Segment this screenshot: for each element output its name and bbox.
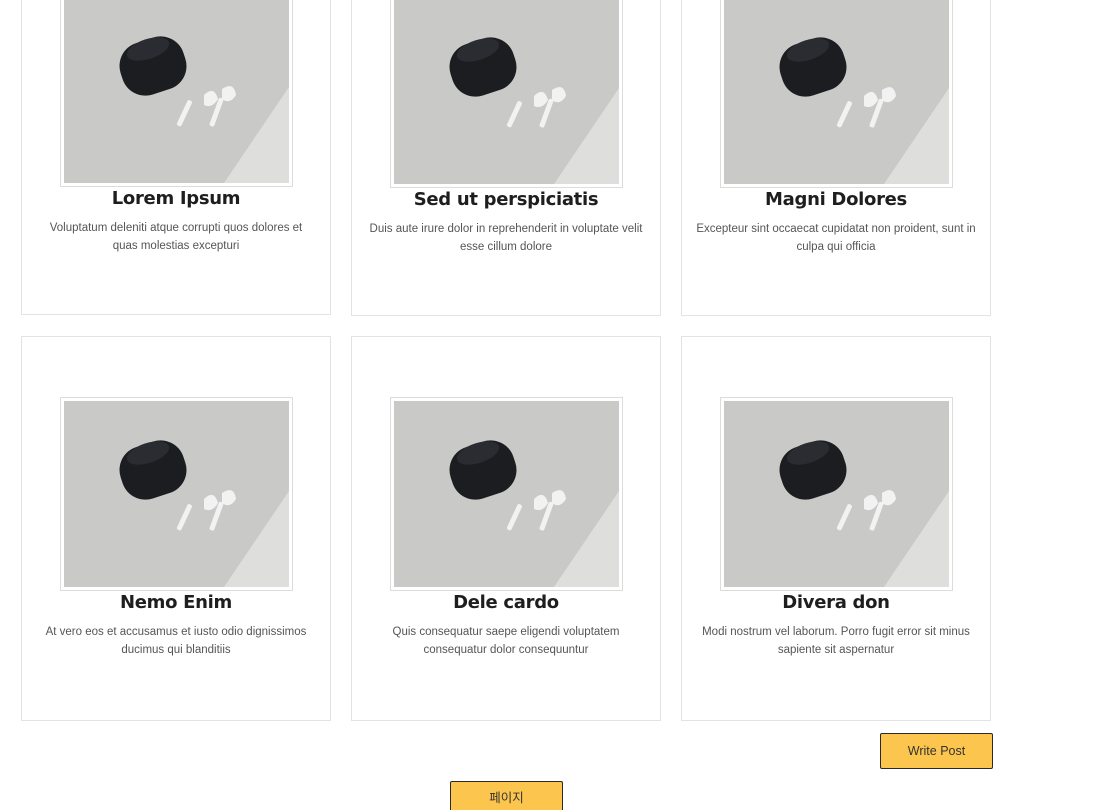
airpods-photo-icon: [64, 401, 289, 587]
airpods-photo-icon: [724, 0, 949, 184]
page-button[interactable]: 페이지: [450, 781, 563, 810]
post-title[interactable]: Sed ut perspiciatis: [352, 189, 660, 210]
post-title[interactable]: Nemo Enim: [22, 592, 330, 613]
post-thumbnail[interactable]: [60, 397, 293, 591]
airpods-photo-icon: [394, 401, 619, 587]
post-title[interactable]: Magni Dolores: [682, 189, 990, 210]
post-card[interactable]: Sed ut perspiciatis Duis aute irure dolo…: [351, 0, 661, 316]
post-description: Excepteur sint occaecat cupidatat non pr…: [696, 223, 976, 253]
airpods-photo-icon: [394, 0, 619, 184]
post-description: At vero eos et accusamus et iusto odio d…: [45, 626, 307, 656]
post-title[interactable]: Divera don: [682, 592, 990, 613]
post-card[interactable]: Divera don Modi nostrum vel laborum. Por…: [681, 336, 991, 721]
write-post-button[interactable]: Write Post: [880, 733, 993, 769]
post-card[interactable]: Magni Dolores Excepteur sint occaecat cu…: [681, 0, 991, 316]
post-thumbnail[interactable]: [720, 397, 953, 591]
post-description: Modi nostrum vel laborum. Porro fugit er…: [702, 626, 970, 656]
post-title[interactable]: Dele cardo: [352, 592, 660, 613]
post-thumbnail[interactable]: [390, 397, 623, 591]
post-thumbnail[interactable]: [390, 0, 623, 188]
post-description: Quis consequatur saepe eligendi voluptat…: [392, 626, 620, 656]
post-thumbnail[interactable]: [720, 0, 953, 188]
post-title[interactable]: Lorem Ipsum: [22, 188, 330, 209]
airpods-photo-icon: [64, 0, 289, 183]
post-gallery-page: Lorem Ipsum Voluptatum deleniti atque co…: [0, 0, 1119, 810]
post-description: Voluptatum deleniti atque corrupti quos …: [49, 222, 303, 252]
post-card[interactable]: Lorem Ipsum Voluptatum deleniti atque co…: [21, 0, 331, 315]
post-description: Duis aute irure dolor in reprehenderit i…: [369, 223, 643, 253]
post-card[interactable]: Nemo Enim At vero eos et accusamus et iu…: [21, 336, 331, 721]
post-card[interactable]: Dele cardo Quis consequatur saepe eligen…: [351, 336, 661, 721]
post-thumbnail[interactable]: [60, 0, 293, 187]
airpods-photo-icon: [724, 401, 949, 587]
